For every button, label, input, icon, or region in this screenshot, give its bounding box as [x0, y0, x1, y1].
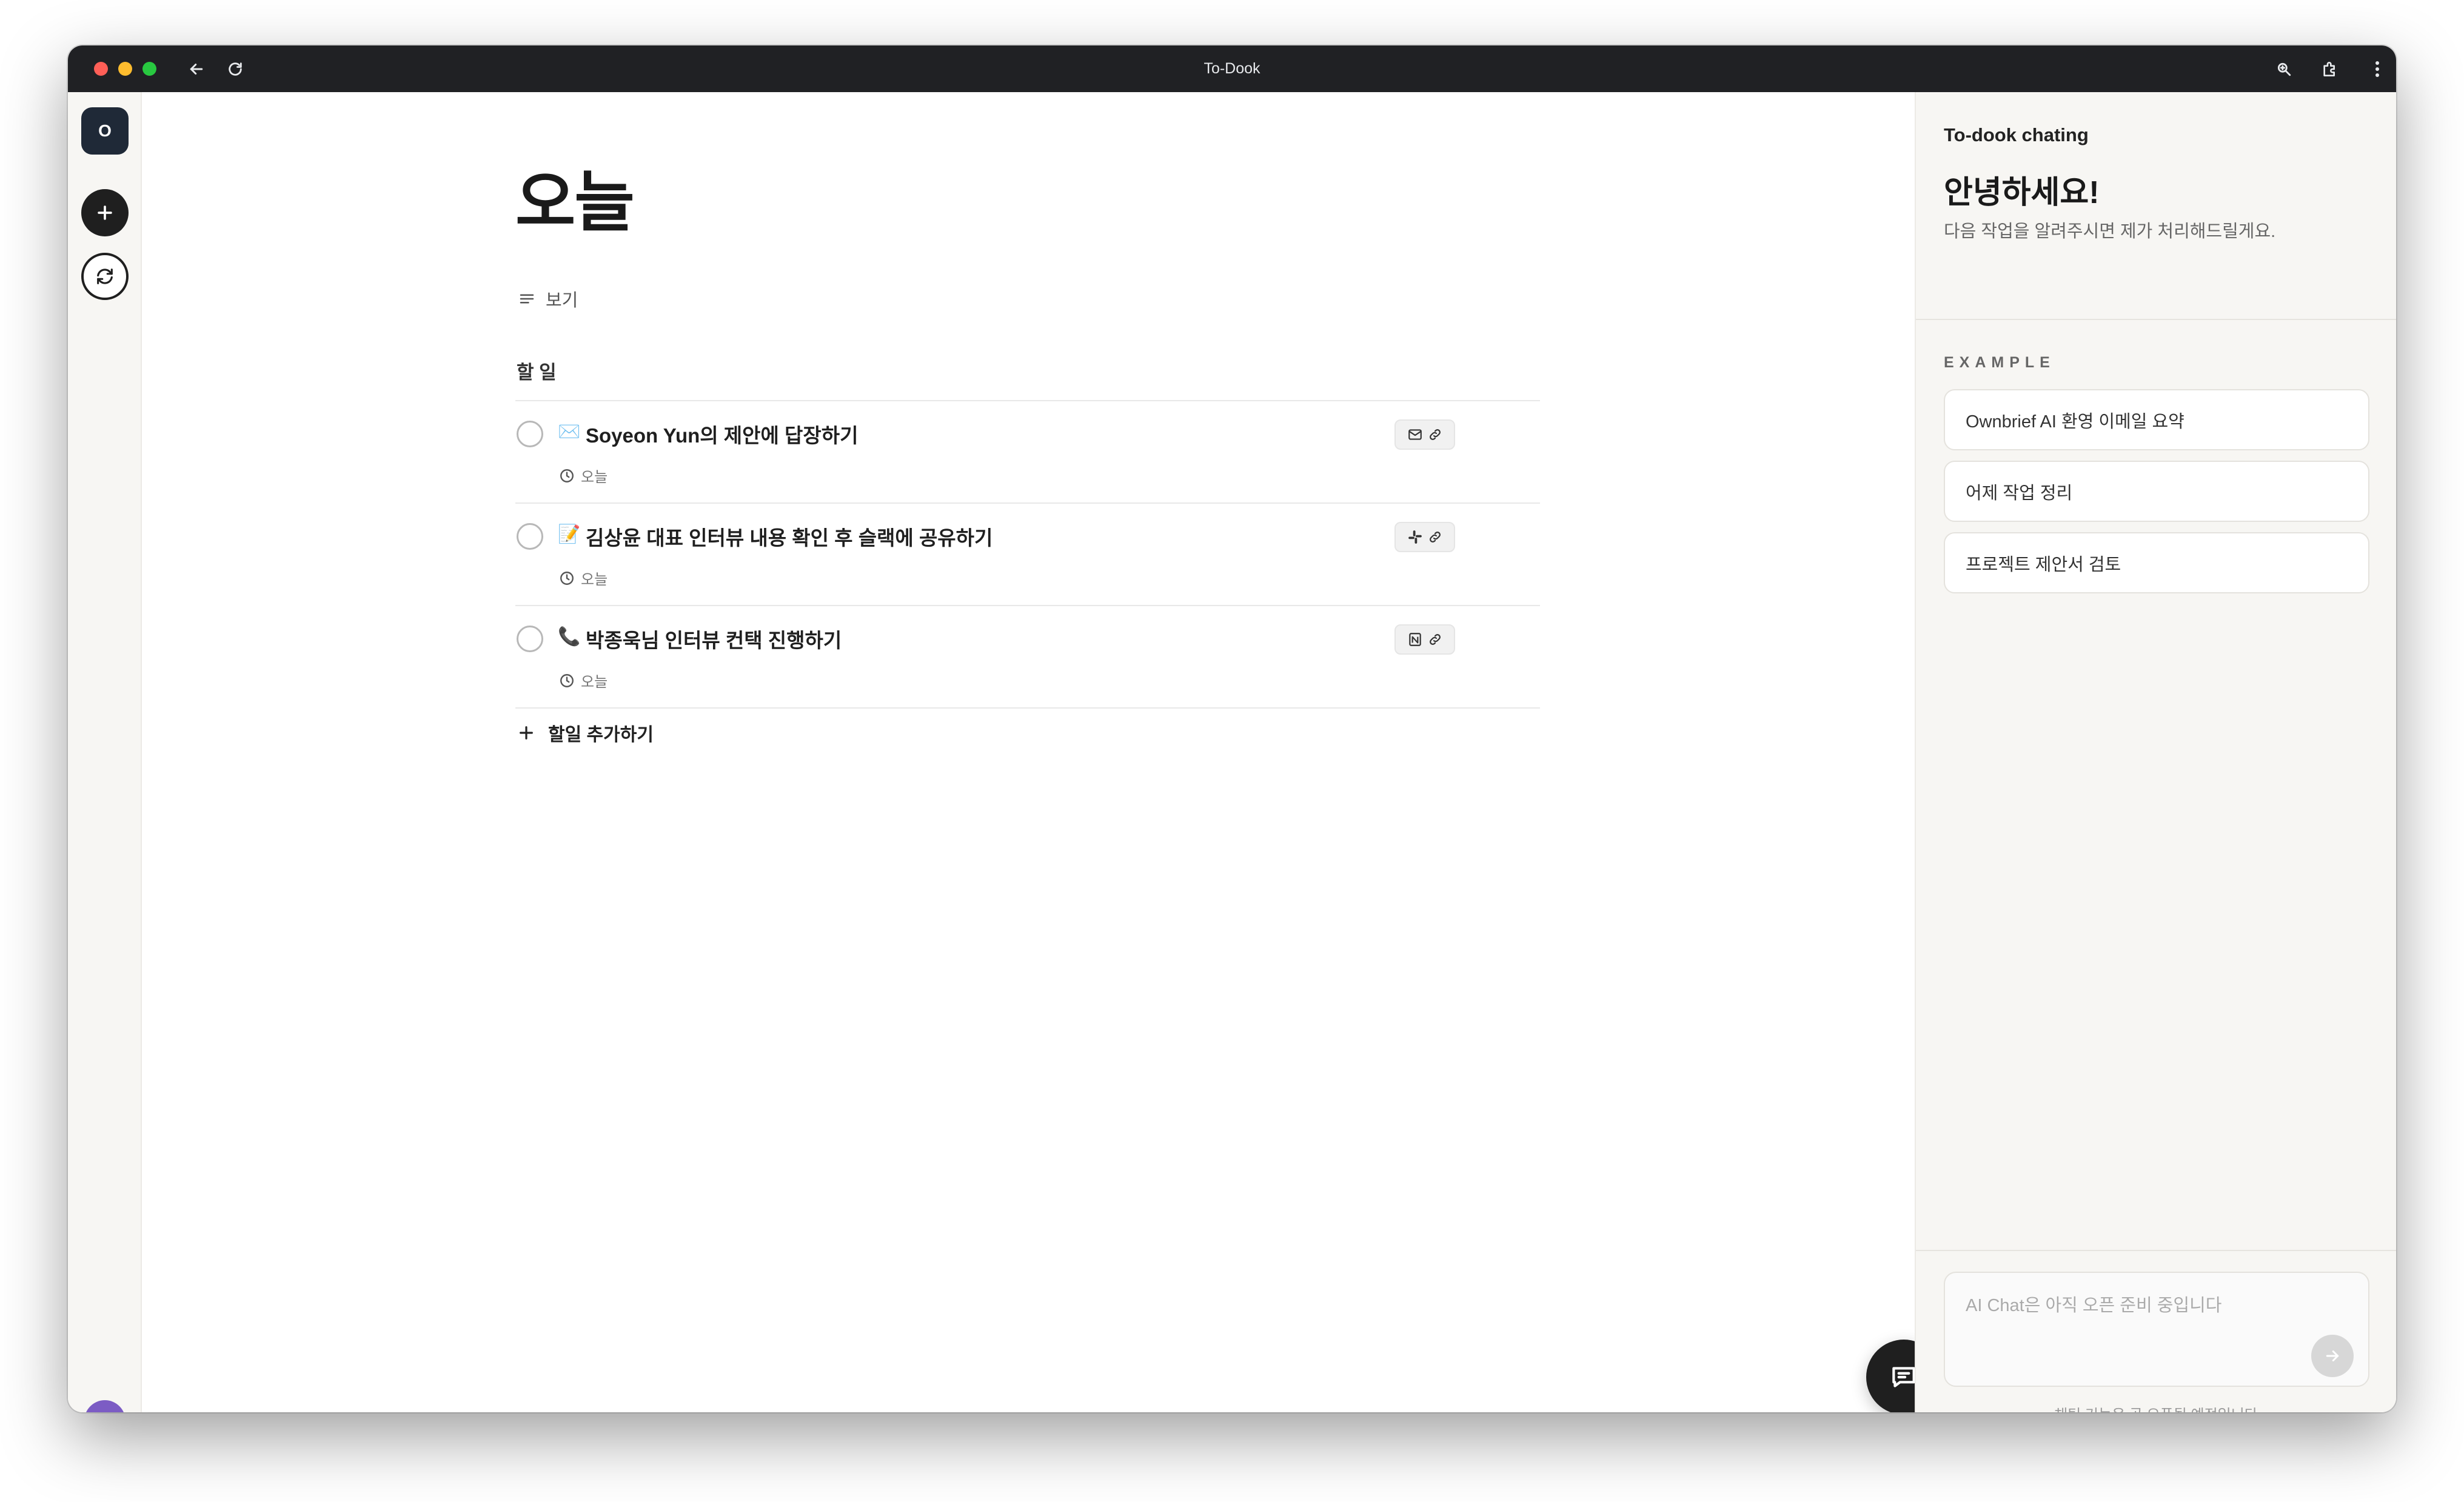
task-source-chip[interactable] — [1394, 419, 1455, 450]
workspace-badge[interactable]: O — [81, 107, 129, 155]
chat-input-placeholder: AI Chat은 아직 오픈 준비 중입니다 — [1966, 1296, 2222, 1315]
plus-icon — [520, 726, 533, 739]
more-menu-icon[interactable] — [2366, 58, 2389, 81]
plus-icon — [98, 205, 112, 220]
task-title[interactable]: Soyeon Yun의 제안에 답장하기 — [586, 419, 859, 449]
title-bar: To-Dook — [68, 45, 2396, 92]
chat-subtitle: 다음 작업을 알려주시면 제가 처리해드릴게요. — [1944, 222, 2276, 241]
chat-input[interactable]: AI Chat은 아직 오픈 준비 중입니다 — [1944, 1272, 2369, 1387]
add-task-label: 할일 추가하기 — [548, 725, 654, 745]
add-button[interactable] — [81, 189, 129, 236]
clock-icon — [560, 673, 574, 687]
task-checkbox[interactable] — [517, 421, 543, 447]
task-due: 오늘 — [559, 465, 608, 486]
task-emoji: ✉️ — [558, 421, 581, 442]
view-label: 보기 — [546, 291, 578, 310]
chat-footer-note: 채팅 기능은 곧 오픈될 예정입니다 — [1916, 1403, 2396, 1412]
page-title: 오늘 — [515, 165, 635, 239]
window-title: To-Dook — [1204, 60, 1260, 77]
link-icon — [1430, 634, 1441, 645]
task-checkbox[interactable] — [517, 523, 543, 550]
chat-panel: To-dook chating 안녕하세요! 다음 작업을 알려주시면 제가 처… — [1915, 92, 2396, 1412]
task-source-chip[interactable] — [1394, 522, 1455, 552]
chat-footer: AI Chat은 아직 오픈 준비 중입니다 채팅 기능은 곧 오픈될 예정입니… — [1916, 1250, 2396, 1412]
clock-icon — [560, 469, 574, 482]
close-window-button[interactable] — [94, 62, 108, 76]
task-title[interactable]: 김상윤 대표 인터뷰 내용 확인 후 슬랙에 공유하기 — [586, 522, 993, 551]
task-due: 오늘 — [559, 670, 608, 691]
task-source-chip[interactable] — [1394, 624, 1455, 655]
link-icon — [1430, 429, 1441, 440]
clock-icon — [560, 571, 574, 585]
sync-button[interactable] — [81, 253, 129, 300]
task-due-label: 오늘 — [581, 572, 608, 588]
task-due-label: 오늘 — [581, 469, 608, 486]
task-row[interactable]: ✉️ Soyeon Yun의 제안에 답장하기 오늘 — [515, 401, 1540, 504]
chat-app-name: To-dook chating — [1944, 124, 2089, 145]
section-label: 할 일 — [517, 362, 557, 383]
app-window: To-Dook O 영민 오늘 보기 할 일 — [68, 45, 2396, 1412]
task-emoji: 📝 — [558, 524, 581, 544]
main-content: 오늘 보기 할 일 ✉️ Soyeon Yun의 제안에 답장하기 오늘 📝 김… — [142, 92, 1941, 1412]
add-task-button[interactable]: 할일 추가하기 — [517, 719, 654, 746]
task-due: 오늘 — [559, 567, 608, 589]
task-title[interactable]: 박종욱님 인터뷰 컨택 진행하기 — [586, 624, 842, 653]
example-prompt[interactable]: 프로젝트 제안서 검토 — [1944, 532, 2369, 593]
zoom-icon[interactable] — [2272, 58, 2295, 81]
arrow-right-icon — [2326, 1350, 2339, 1361]
lines-icon — [520, 294, 534, 304]
task-due-label: 오늘 — [581, 674, 608, 690]
slack-icon — [1408, 530, 1422, 544]
example-label: EXAMPLE — [1944, 354, 2055, 371]
task-row[interactable]: 📝 김상윤 대표 인터뷰 내용 확인 후 슬랙에 공유하기 오늘 — [515, 504, 1540, 606]
task-list: ✉️ Soyeon Yun의 제안에 답장하기 오늘 📝 김상윤 대표 인터뷰 … — [515, 400, 1540, 709]
left-sidebar: O 영민 — [68, 92, 142, 1412]
extensions-icon[interactable] — [2318, 58, 2342, 81]
chat-header: To-dook chating 안녕하세요! 다음 작업을 알려주시면 제가 처… — [1916, 92, 2396, 320]
reload-icon[interactable] — [224, 58, 247, 81]
chat-greeting: 안녕하세요! — [1944, 175, 2100, 210]
sync-icon — [97, 269, 113, 284]
mail-icon — [1408, 429, 1422, 440]
user-avatar[interactable]: 영민 — [84, 1400, 126, 1412]
back-arrow-icon[interactable] — [185, 58, 208, 81]
notion-icon — [1409, 633, 1421, 646]
maximize-window-button[interactable] — [142, 62, 156, 76]
example-prompt[interactable]: 어제 작업 정리 — [1944, 461, 2369, 522]
minimize-window-button[interactable] — [118, 62, 132, 76]
send-button[interactable] — [2311, 1335, 2354, 1377]
example-prompt[interactable]: Ownbrief AI 환영 이메일 요약 — [1944, 389, 2369, 450]
task-checkbox[interactable] — [517, 626, 543, 652]
link-icon — [1430, 532, 1441, 542]
task-emoji: 📞 — [558, 626, 581, 647]
view-toggle[interactable]: 보기 — [518, 286, 578, 312]
task-row[interactable]: 📞 박종욱님 인터뷰 컨택 진행하기 오늘 — [515, 606, 1540, 709]
